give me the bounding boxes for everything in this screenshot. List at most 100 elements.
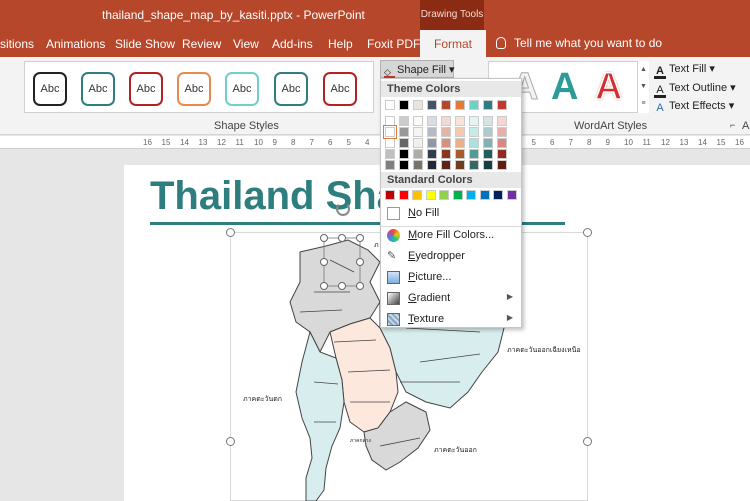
theme-color-shade-swatch[interactable] bbox=[455, 116, 465, 126]
theme-color-shade-swatch[interactable] bbox=[483, 160, 493, 170]
standard-color-swatch[interactable] bbox=[425, 190, 436, 200]
eyedropper-item[interactable]: ✎ Eyedropper bbox=[381, 247, 521, 267]
theme-color-swatch[interactable] bbox=[385, 100, 395, 110]
theme-color-shade-swatch[interactable] bbox=[427, 138, 437, 148]
theme-color-shade-swatch[interactable] bbox=[497, 127, 507, 137]
theme-color-swatch[interactable] bbox=[399, 100, 409, 110]
theme-color-shade-swatch[interactable] bbox=[427, 116, 437, 126]
theme-color-shade-swatch[interactable] bbox=[469, 160, 479, 170]
standard-color-swatch[interactable] bbox=[398, 190, 409, 200]
standard-color-swatch[interactable] bbox=[493, 190, 503, 200]
horizontal-ruler[interactable]: 1615141312111098765432101234567891011121… bbox=[0, 136, 750, 149]
no-fill-item[interactable]: No Fill bbox=[381, 204, 521, 224]
theme-color-shade-swatch[interactable] bbox=[455, 138, 465, 148]
theme-color-shade-swatch[interactable] bbox=[441, 160, 451, 170]
shape-style-7[interactable]: Abc bbox=[323, 72, 357, 106]
theme-color-shade-swatch[interactable] bbox=[413, 149, 423, 159]
tab-slide-show[interactable]: Slide Show bbox=[115, 37, 175, 51]
standard-color-swatch[interactable] bbox=[466, 190, 476, 200]
theme-color-swatch[interactable] bbox=[469, 100, 479, 110]
wordart-gallery-scroll[interactable]: ▲ ▼ ≡ bbox=[637, 61, 649, 113]
text-fill-button[interactable]: A Text Fill ▾ bbox=[654, 62, 715, 79]
theme-color-shade-swatch[interactable] bbox=[469, 116, 479, 126]
theme-color-shade-swatch[interactable] bbox=[483, 149, 493, 159]
resize-handle-mid-right[interactable] bbox=[583, 437, 592, 446]
standard-color-swatch[interactable] bbox=[412, 190, 422, 200]
theme-color-shade-swatch[interactable] bbox=[413, 116, 423, 126]
theme-color-shade-swatch[interactable] bbox=[483, 127, 493, 137]
theme-color-shade-swatch[interactable] bbox=[441, 116, 451, 126]
theme-color-shade-swatch[interactable] bbox=[455, 160, 465, 170]
gradient-item[interactable]: Gradient ▶ bbox=[381, 289, 521, 309]
theme-color-shade-swatch[interactable] bbox=[399, 116, 409, 126]
tab-review[interactable]: Review bbox=[182, 37, 221, 51]
theme-color-swatch[interactable] bbox=[497, 100, 507, 110]
shape-style-4[interactable]: Abc bbox=[177, 72, 211, 106]
wordart-dialog-launcher[interactable]: ⌐ bbox=[730, 120, 735, 130]
theme-color-shade-swatch[interactable] bbox=[399, 149, 409, 159]
theme-color-shade-swatch[interactable] bbox=[385, 149, 395, 159]
rotate-handle-icon[interactable] bbox=[336, 202, 350, 216]
theme-color-shade-swatch[interactable] bbox=[497, 138, 507, 148]
shape-style-5[interactable]: Abc bbox=[225, 72, 259, 106]
shape-style-6[interactable]: Abc bbox=[274, 72, 308, 106]
slide-title[interactable]: Thailand Sha bbox=[150, 174, 399, 219]
theme-color-shade-swatch[interactable] bbox=[441, 138, 451, 148]
theme-color-shade-swatch[interactable] bbox=[413, 127, 423, 137]
wordart-style-teal[interactable]: A bbox=[551, 66, 578, 109]
theme-color-shade-swatch[interactable] bbox=[427, 127, 437, 137]
shape-style-3[interactable]: Abc bbox=[129, 72, 163, 106]
theme-color-swatch[interactable] bbox=[413, 100, 423, 110]
standard-color-swatch[interactable] bbox=[479, 190, 490, 200]
theme-color-shade-swatch[interactable] bbox=[427, 160, 437, 170]
theme-color-shade-swatch[interactable] bbox=[399, 127, 409, 137]
theme-color-swatch[interactable] bbox=[427, 100, 437, 110]
theme-color-shade-swatch[interactable] bbox=[385, 138, 395, 148]
theme-color-swatch[interactable] bbox=[441, 100, 451, 110]
more-fill-colors-item[interactable]: More Fill Colors... bbox=[381, 226, 521, 246]
theme-color-shade-swatch[interactable] bbox=[483, 138, 493, 148]
theme-color-shade-swatch[interactable] bbox=[483, 116, 493, 126]
theme-color-shade-swatch[interactable] bbox=[413, 138, 423, 148]
theme-color-shade-swatch[interactable] bbox=[455, 149, 465, 159]
theme-color-shade-swatch[interactable] bbox=[399, 160, 409, 170]
theme-color-shade-swatch[interactable] bbox=[413, 160, 423, 170]
theme-color-shade-swatch[interactable] bbox=[469, 138, 479, 148]
resize-handle-top-right[interactable] bbox=[583, 228, 592, 237]
theme-color-shade-swatch[interactable] bbox=[469, 127, 479, 137]
theme-color-shade-swatch[interactable] bbox=[427, 149, 437, 159]
texture-item[interactable]: Texture ▶ bbox=[381, 310, 521, 330]
tab-transitions[interactable]: sitions bbox=[0, 37, 34, 51]
text-outline-button[interactable]: A Text Outline ▾ bbox=[654, 81, 736, 98]
shape-fill-button[interactable]: ◇ Shape Fill ▾ bbox=[380, 60, 455, 79]
theme-color-shade-swatch[interactable] bbox=[385, 160, 395, 170]
text-effects-button[interactable]: A Text Effects ▾ bbox=[654, 99, 734, 114]
tab-view[interactable]: View bbox=[233, 37, 259, 51]
theme-color-swatch[interactable] bbox=[455, 100, 465, 110]
standard-color-swatch[interactable] bbox=[439, 190, 449, 200]
resize-handle-mid-left[interactable] bbox=[226, 437, 235, 446]
shape-style-1[interactable]: Abc bbox=[33, 72, 67, 106]
picture-item[interactable]: Picture... bbox=[381, 268, 521, 288]
theme-color-shade-swatch[interactable] bbox=[399, 138, 409, 148]
tab-add-ins[interactable]: Add-ins bbox=[272, 37, 313, 51]
resize-handle-top-left[interactable] bbox=[226, 228, 235, 237]
tab-format[interactable]: Format bbox=[420, 30, 487, 57]
theme-color-shade-swatch[interactable] bbox=[469, 149, 479, 159]
tell-me-search[interactable]: Tell me what you want to do bbox=[496, 36, 662, 50]
theme-color-shade-swatch[interactable] bbox=[441, 127, 451, 137]
theme-color-shade-swatch[interactable] bbox=[497, 160, 507, 170]
standard-color-swatch[interactable] bbox=[385, 190, 395, 200]
theme-color-shade-swatch[interactable] bbox=[497, 149, 507, 159]
theme-color-shade-swatch[interactable] bbox=[497, 116, 507, 126]
theme-color-shade-swatch[interactable] bbox=[441, 149, 451, 159]
theme-color-shade-swatch[interactable] bbox=[455, 127, 465, 137]
standard-color-swatch[interactable] bbox=[506, 190, 517, 200]
wordart-style-red[interactable]: A bbox=[594, 65, 623, 109]
tab-foxit-pdf[interactable]: Foxit PDF bbox=[367, 37, 420, 51]
standard-color-swatch[interactable] bbox=[452, 190, 463, 200]
theme-color-swatch[interactable] bbox=[483, 100, 493, 110]
tab-animations[interactable]: Animations bbox=[46, 37, 105, 51]
shape-style-2[interactable]: Abc bbox=[81, 72, 115, 106]
tab-help[interactable]: Help bbox=[328, 37, 353, 51]
